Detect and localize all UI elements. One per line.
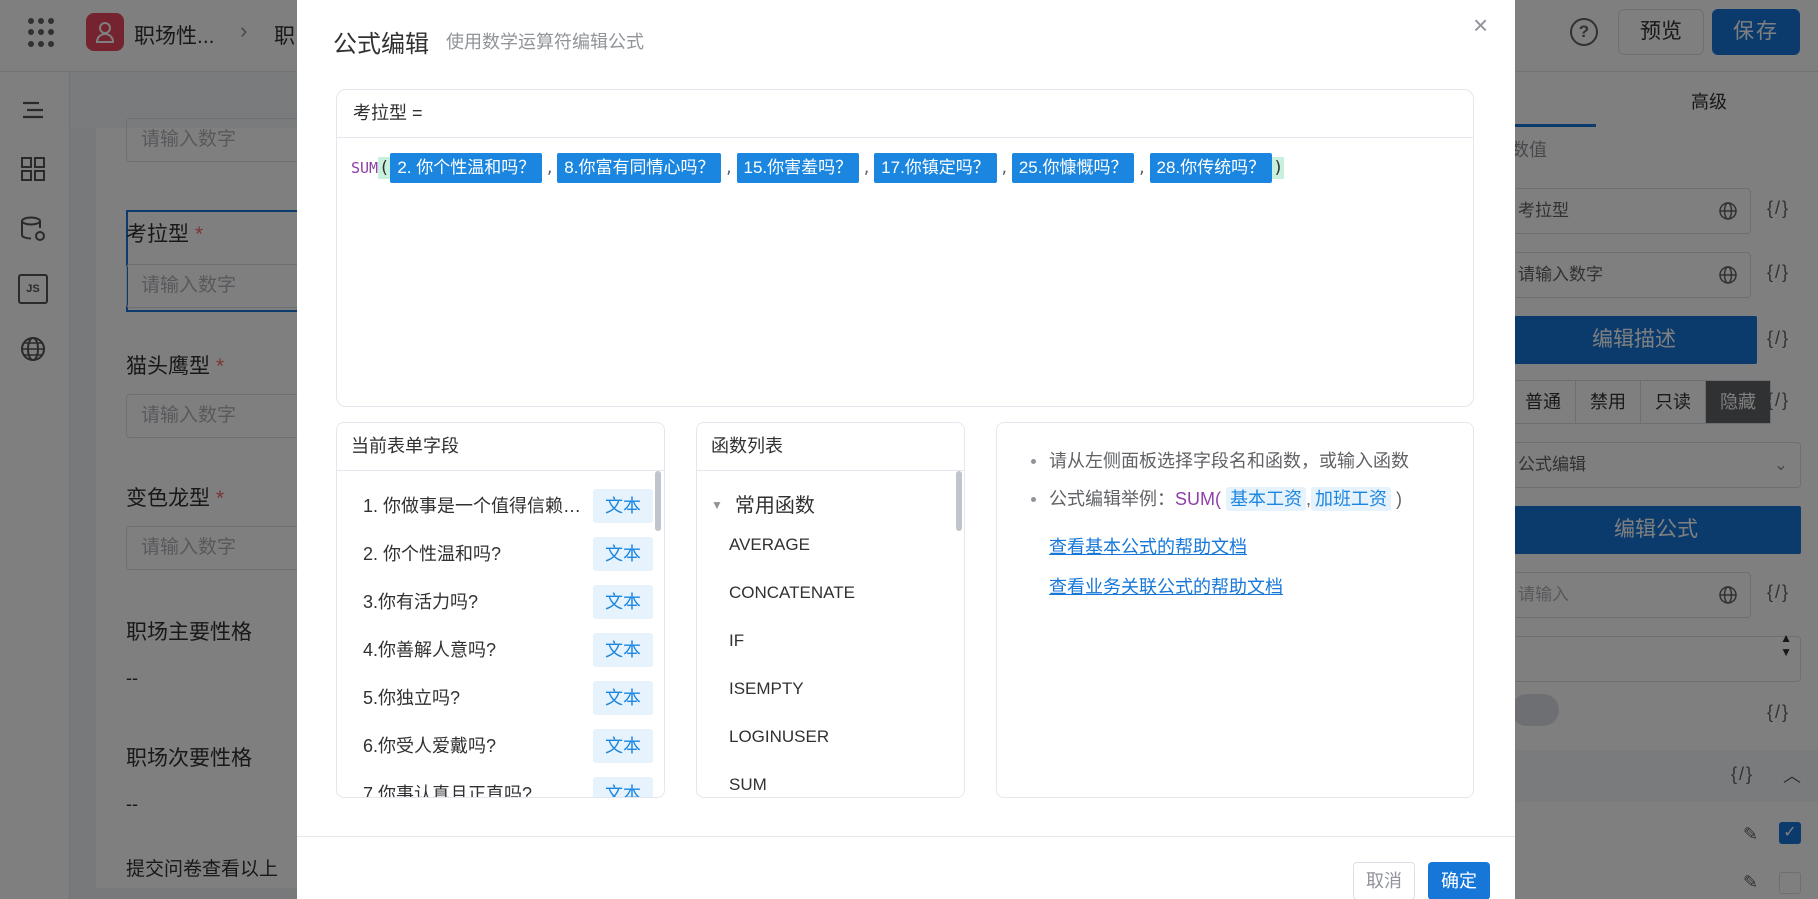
field-type-badge: 文本 bbox=[593, 681, 653, 715]
dialog-title: 公式编辑 bbox=[333, 31, 429, 58]
formula-separator: , bbox=[862, 159, 872, 177]
functions-scrollbar[interactable] bbox=[956, 471, 962, 531]
function-item[interactable]: IF bbox=[729, 631, 744, 651]
function-item[interactable]: SUM bbox=[729, 775, 767, 795]
tip-example-arg: 加班工资 bbox=[1311, 487, 1392, 511]
formula-function: SUM bbox=[351, 159, 379, 177]
list-item[interactable]: 6.你受人爱戴吗? 文本 bbox=[337, 721, 653, 769]
list-item[interactable]: 3.你有活力吗? 文本 bbox=[337, 577, 653, 625]
field-name: 7.你事认真且正直吗? bbox=[363, 784, 533, 798]
formula-target-field: 考拉型 = bbox=[337, 90, 1473, 138]
fields-panel-title: 当前表单字段 bbox=[337, 423, 664, 471]
field-type-badge: 文本 bbox=[593, 633, 653, 667]
function-item[interactable]: CONCATENATE bbox=[729, 583, 855, 603]
formula-separator: , bbox=[1137, 159, 1147, 177]
current-form-fields-panel: 当前表单字段 1. 你做事是一个值得信赖的人吗？文本 2. 你个性温和吗?文本 … bbox=[336, 422, 665, 798]
field-name: 6.你受人爱戴吗? bbox=[363, 736, 497, 756]
formula-field-chip[interactable]: 25.你慷慨吗？ bbox=[1011, 153, 1135, 183]
list-item[interactable]: 1. 你做事是一个值得信赖的人吗？ 文本 bbox=[337, 481, 653, 529]
list-item[interactable]: 7.你事认真且正直吗? 文本 bbox=[337, 769, 653, 798]
formula-expression[interactable]: SUM ( 2. 你个性温和吗？ , 8.你富有同情心吗？ , 15.你害羞吗？… bbox=[351, 153, 1285, 183]
function-item[interactable]: LOGINUSER bbox=[729, 727, 829, 747]
business-formula-help-link[interactable]: 查看业务关联公式的帮助文档 bbox=[1049, 573, 1283, 599]
field-type-badge: 文本 bbox=[593, 537, 653, 571]
formula-separator: , bbox=[545, 159, 555, 177]
tip-example: 公式编辑举例：SUM( 基本工资, 加班工资 ) bbox=[1049, 485, 1402, 511]
function-group-label: 常用函数 bbox=[734, 495, 815, 517]
field-type-badge: 文本 bbox=[593, 777, 653, 797]
basic-formula-help-link[interactable]: 查看基本公式的帮助文档 bbox=[1049, 533, 1247, 559]
formula-editor[interactable]: 考拉型 = SUM ( 2. 你个性温和吗？ , 8.你富有同情心吗？ , 15… bbox=[336, 89, 1474, 407]
function-group[interactable]: ▼ 常用函数 bbox=[711, 489, 815, 518]
bullet bbox=[1031, 459, 1036, 464]
formula-editor-dialog: 公式编辑 使用数学运算符编辑公式 × 考拉型 = SUM ( 2. 你个性温和吗… bbox=[297, 0, 1515, 899]
help-tips-panel: 请从左侧面板选择字段名和函数，或输入函数 公式编辑举例：SUM( 基本工资, 加班… bbox=[996, 422, 1474, 798]
list-item[interactable]: 5.你独立吗? 文本 bbox=[337, 673, 653, 721]
formula-open-paren: ( bbox=[378, 157, 391, 179]
formula-field-chip[interactable]: 2. 你个性温和吗？ bbox=[390, 153, 543, 183]
cancel-button[interactable]: 取消 bbox=[1353, 862, 1415, 899]
bullet bbox=[1031, 497, 1036, 502]
formula-separator: , bbox=[724, 159, 734, 177]
tip-instruction: 请从左侧面板选择字段名和函数，或输入函数 bbox=[1049, 451, 1409, 471]
field-type-badge: 文本 bbox=[593, 585, 653, 619]
field-name: 2. 你个性温和吗? bbox=[363, 544, 502, 564]
formula-separator: , bbox=[999, 159, 1009, 177]
formula-close-paren: ) bbox=[1272, 157, 1285, 179]
caret-down-icon: ▼ bbox=[711, 498, 723, 512]
dialog-footer-divider bbox=[297, 836, 1515, 837]
field-name: 4.你善解人意吗? bbox=[363, 640, 497, 660]
tip-example-arg: 基本工资 bbox=[1226, 487, 1307, 511]
function-item[interactable]: AVERAGE bbox=[729, 535, 810, 555]
tip-example-close: ) bbox=[1396, 489, 1403, 509]
tip-example-function: SUM( bbox=[1175, 489, 1221, 509]
formula-field-chip[interactable]: 15.你害羞吗？ bbox=[736, 153, 860, 183]
field-type-badge: 文本 bbox=[593, 729, 653, 763]
field-name: 3.你有活力吗? bbox=[363, 592, 479, 612]
close-icon[interactable]: × bbox=[1473, 10, 1488, 41]
tip-example-prefix: 公式编辑举例： bbox=[1049, 489, 1175, 509]
function-list-panel: 函数列表 ▼ 常用函数 AVERAGE CONCATENATE IF ISEMPT… bbox=[696, 422, 965, 798]
confirm-button[interactable]: 确定 bbox=[1428, 862, 1490, 899]
field-name: 5.你独立吗? bbox=[363, 688, 461, 708]
formula-field-chip[interactable]: 8.你富有同情心吗？ bbox=[557, 153, 722, 183]
fields-scrollbar[interactable] bbox=[655, 471, 661, 531]
field-type-badge: 文本 bbox=[593, 489, 653, 523]
dialog-subtitle: 使用数学运算符编辑公式 bbox=[446, 32, 644, 52]
list-item[interactable]: 2. 你个性温和吗? 文本 bbox=[337, 529, 653, 577]
formula-field-chip[interactable]: 28.你传统吗？ bbox=[1149, 153, 1273, 183]
function-item[interactable]: ISEMPTY bbox=[729, 679, 804, 699]
functions-panel-title: 函数列表 bbox=[697, 423, 964, 471]
list-item[interactable]: 4.你善解人意吗? 文本 bbox=[337, 625, 653, 673]
field-name: 1. 你做事是一个值得信赖的人吗？ bbox=[363, 496, 583, 516]
formula-field-chip[interactable]: 17.你镇定吗？ bbox=[874, 153, 997, 183]
